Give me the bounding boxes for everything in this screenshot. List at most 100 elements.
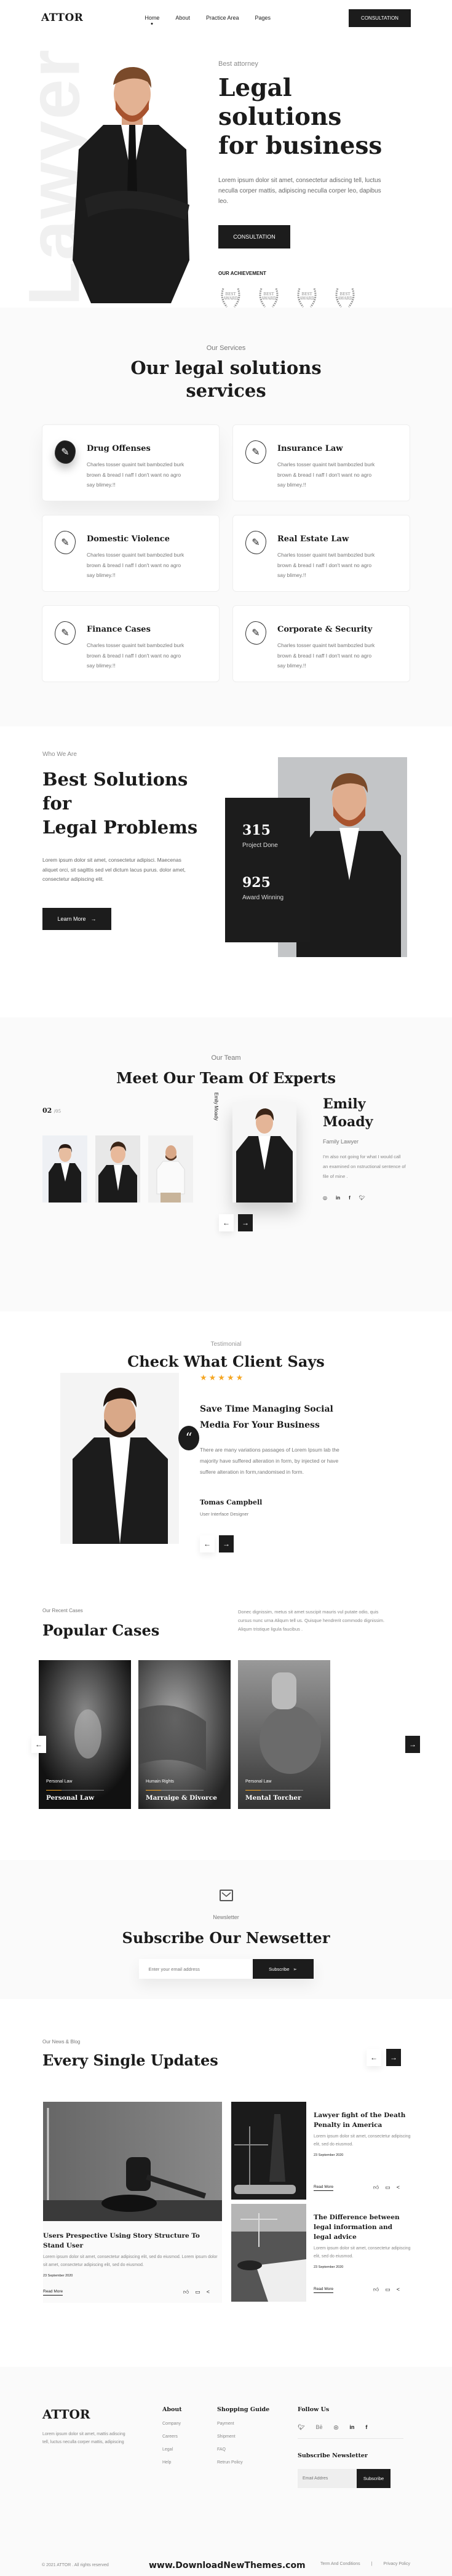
cases-description: Donec dignissim, metus sit amet suscipit… xyxy=(238,1609,385,1632)
case-card[interactable]: Personal Law Mental Torcher xyxy=(238,1660,330,1809)
award-badge-icon: BEST AWARD xyxy=(333,285,357,311)
comment-icon[interactable]: ▭ xyxy=(385,2184,391,2191)
blog-prev-button[interactable]: ← xyxy=(367,2049,381,2066)
footer-email-input[interactable] xyxy=(298,2469,357,2488)
nav-practice-area[interactable]: Practice Area xyxy=(206,15,239,21)
terms-link[interactable]: Term And Conditions xyxy=(320,2562,360,2566)
service-card-domestic-violence[interactable]: ✎ Domestic Violence Charles tosser quaint… xyxy=(42,515,220,592)
facebook-icon[interactable]: f xyxy=(365,2424,367,2431)
service-card-finance-cases[interactable]: ✎ Finance Cases Charles tosser quaint twi… xyxy=(42,605,220,682)
footer-column-title: Follow Us xyxy=(298,2406,330,2413)
linkedin-icon[interactable]: in xyxy=(349,2424,354,2431)
case-card[interactable]: Humain Rights Marraige & Divorce xyxy=(138,1660,231,1809)
facebook-icon[interactable]: f xyxy=(349,1195,351,1201)
footer-link-help[interactable]: Help xyxy=(162,2460,182,2465)
blog-post: The Difference between legal information… xyxy=(231,2204,416,2302)
footer-subscribe-button[interactable]: Subscribe xyxy=(357,2469,391,2488)
share-icon[interactable]: < xyxy=(207,2289,210,2296)
service-title: Domestic Violence xyxy=(87,535,170,544)
blog-next-button[interactable]: → xyxy=(386,2049,401,2066)
header-consultation-button[interactable]: CONSULTATION xyxy=(349,9,411,27)
testimonial-headline: Save Time Managing Social Media For Your… xyxy=(200,1404,333,1430)
service-card-real-estate-law[interactable]: ✎ Real Estate Law Charles tosser quaint t… xyxy=(232,515,410,592)
footer-link-return-policy[interactable]: Retrun Policy xyxy=(217,2460,269,2465)
main-nav: Home About Practice Area Pages xyxy=(145,15,271,21)
service-card-drug-offenses[interactable]: ✎ Drug Offenses Charles tosser quaint twi… xyxy=(42,424,220,501)
feather-icon: ✎ xyxy=(55,621,76,645)
share-icon[interactable]: < xyxy=(397,2286,400,2293)
case-card[interactable]: Personal Law Personal Law xyxy=(39,1660,131,1809)
team-next-button[interactable]: → xyxy=(238,1214,253,1231)
footer-about-column: About Company Careers Legal Help xyxy=(162,2406,182,2465)
team-member-name: Emily Moady xyxy=(323,1096,373,1130)
blog-post-title[interactable]: Lawyer fight of the Death Penalty in Ame… xyxy=(314,2110,412,2130)
newsletter-email-input[interactable] xyxy=(138,1959,253,1979)
cases-next-button[interactable]: → xyxy=(405,1736,420,1753)
hero-content: Best attorney Legal solutions for busine… xyxy=(218,60,403,311)
blog-post-title[interactable]: Users Prespective Using Story Structure … xyxy=(43,2231,222,2251)
mail-icon xyxy=(219,1890,233,1901)
twitter-icon[interactable]: 🐦︎ xyxy=(298,2424,304,2431)
feather-icon: ✎ xyxy=(55,531,76,554)
service-title: Finance Cases xyxy=(87,625,151,634)
blog-post-title[interactable]: The Difference between legal information… xyxy=(314,2212,412,2242)
testimonial-next-button[interactable]: → xyxy=(219,1535,234,1552)
footer-link-careers[interactable]: Careers xyxy=(162,2435,182,2439)
testimonial-slider-controls: ← → xyxy=(200,1535,341,1552)
newsletter-section: Newsletter Subscribe Our Newsetter Subsc… xyxy=(0,1860,452,1999)
footer-bottom-bar: © 2021 ATTOR . All rights reserved www.D… xyxy=(0,2561,452,2573)
behance-icon[interactable]: Bē xyxy=(315,2424,322,2431)
hero-consultation-button[interactable]: CONSULTATION xyxy=(218,225,290,248)
like-icon[interactable]: 👍︎ xyxy=(373,2286,379,2293)
learn-more-button[interactable]: Learn More → xyxy=(42,907,111,930)
team-section: Our Team Meet Our Team Of Experts 02 /05… xyxy=(0,1017,452,1311)
copyright: © 2021 ATTOR . All rights reserved xyxy=(42,2563,109,2567)
nav-home[interactable]: Home xyxy=(145,15,159,21)
footer-link-faq[interactable]: FAQ xyxy=(217,2447,269,2452)
services-section: Our Services Our legal solutions services… xyxy=(0,308,452,726)
blog-post-featured: Users Prespective Using Story Structure … xyxy=(43,2102,222,2303)
hero-kicker: Best attorney xyxy=(218,60,258,68)
service-card-corporate-security[interactable]: ✎ Corporate & Security Charles tosser qua… xyxy=(232,605,410,682)
linkedin-icon[interactable]: in xyxy=(336,1195,340,1201)
read-more-link[interactable]: Read More xyxy=(43,2289,63,2296)
service-card-insurance-law[interactable]: ✎ Insurance Law Charles tosser quaint twi… xyxy=(232,424,410,501)
like-icon[interactable]: 👍︎ xyxy=(183,2289,189,2296)
footer-link-payment[interactable]: Payment xyxy=(217,2422,269,2426)
rating-stars: ★★★★★ xyxy=(200,1373,245,1382)
nav-pages[interactable]: Pages xyxy=(255,15,271,21)
team-member-bio: I'm also not going for what I would call… xyxy=(323,1154,406,1179)
twitter-icon[interactable]: 🐦︎ xyxy=(359,1195,365,1201)
read-more-link[interactable]: Read More xyxy=(314,2287,334,2293)
instagram-icon[interactable]: ◎ xyxy=(323,1195,327,1201)
blog-section: Our News & Blog Every Single Updates ← →… xyxy=(0,2039,452,2319)
logo[interactable]: ATTOR xyxy=(41,12,83,24)
team-member-thumbnail[interactable] xyxy=(148,1135,193,1203)
read-more-link[interactable]: Read More xyxy=(314,2185,334,2191)
newsletter-subscribe-button[interactable]: Subscribe ➢ xyxy=(252,1959,314,1979)
footer-shopping-column: Shopping Guide Payment Shipment FAQ Retr… xyxy=(217,2406,269,2465)
footer-link-shipment[interactable]: Shipment xyxy=(217,2435,269,2439)
team-member-thumbnail[interactable] xyxy=(42,1135,87,1203)
like-icon[interactable]: 👍︎ xyxy=(373,2184,379,2191)
hero-section: Lawyer Best attorney Legal solutions for… xyxy=(0,36,452,308)
hero-title: Legal solutions for business xyxy=(218,74,383,160)
footer-follow-column: Follow Us 🐦︎ Bē ◎ in f Subscribe Newslet… xyxy=(298,2406,403,2488)
privacy-link[interactable]: Privacy Policy xyxy=(383,2562,410,2566)
cases-prev-button[interactable]: ← xyxy=(31,1736,46,1753)
footer-link-company[interactable]: Company xyxy=(162,2422,182,2426)
blog-post-image xyxy=(231,2204,306,2302)
team-prev-button[interactable]: ← xyxy=(219,1214,234,1231)
team-title: Meet Our Team Of Experts xyxy=(116,1069,336,1087)
comment-icon[interactable]: ▭ xyxy=(385,2286,391,2293)
nav-about[interactable]: About xyxy=(175,15,190,21)
footer-logo[interactable]: ATTOR xyxy=(42,2407,90,2422)
instagram-icon[interactable]: ◎ xyxy=(333,2424,338,2431)
testimonial-prev-button[interactable]: ← xyxy=(200,1535,215,1552)
team-member-thumbnail[interactable] xyxy=(95,1135,140,1203)
footer-link-legal[interactable]: Legal xyxy=(162,2447,182,2452)
share-icon[interactable]: < xyxy=(397,2184,400,2191)
cases-carousel: Personal Law Personal Law Humain Rights Ma… xyxy=(39,1660,330,1809)
comment-icon[interactable]: ▭ xyxy=(195,2289,200,2296)
services-grid: ✎ Drug Offenses Charles tosser quaint twi… xyxy=(42,424,410,682)
